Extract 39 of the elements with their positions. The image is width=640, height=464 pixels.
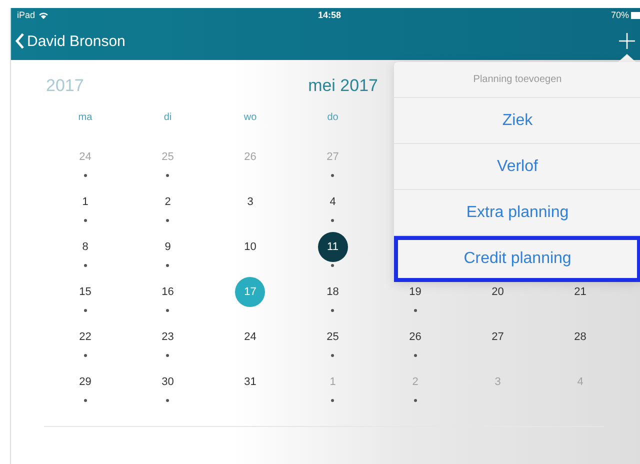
calendar-day[interactable]: 31 (235, 367, 266, 402)
device-name: iPad (17, 10, 36, 20)
calendar-day[interactable]: 28 (565, 322, 596, 357)
weekday-label: wo (244, 112, 257, 125)
plus-icon (619, 33, 635, 49)
clock-time: 14:58 (318, 10, 342, 20)
calendar-day[interactable]: 24 (235, 322, 266, 357)
calendar-day[interactable]: 9 (152, 232, 183, 267)
calendar-day[interactable]: 4 (318, 187, 348, 222)
calendar-day[interactable]: 25 (318, 322, 348, 357)
battery-icon (631, 12, 640, 18)
calendar-day[interactable]: 10 (235, 232, 266, 267)
back-button[interactable]: David Bronson (15, 32, 126, 50)
month-title: mei 2017 (308, 76, 378, 96)
menu-item[interactable]: Ziek (394, 98, 640, 144)
calendar-day[interactable]: 3 (235, 187, 266, 222)
calendar-day[interactable]: 27 (482, 322, 513, 357)
calendar-day[interactable]: 29 (70, 367, 100, 402)
menu-item[interactable]: Extra planning (394, 190, 640, 236)
calendar-day[interactable]: 15 (70, 277, 100, 312)
calendar-day[interactable]: 23 (152, 322, 183, 357)
chevron-left-icon (15, 33, 25, 49)
calendar-day[interactable]: 8 (70, 232, 100, 267)
wifi-icon (39, 12, 48, 18)
menu-item[interactable]: Credit planning (394, 236, 640, 282)
weekday-label: do (327, 112, 338, 125)
calendar-day[interactable]: 26 (400, 322, 430, 357)
add-button[interactable] (619, 33, 635, 49)
weekday-label: ma (78, 112, 92, 125)
battery-percent: 70% (610, 10, 629, 20)
calendar-day[interactable]: 16 (152, 277, 183, 312)
weekday-label: di (164, 112, 172, 125)
menu-item[interactable]: Verlof (394, 144, 640, 190)
calendar-day[interactable]: 1 (70, 187, 100, 222)
calendar-day[interactable]: 22 (70, 322, 100, 357)
calendar-day[interactable]: 2 (152, 187, 183, 222)
calendar-day[interactable]: 18 (318, 277, 348, 312)
popover-title: Planning toevoegen (473, 74, 562, 85)
calendar-day[interactable]: 30 (152, 367, 183, 402)
